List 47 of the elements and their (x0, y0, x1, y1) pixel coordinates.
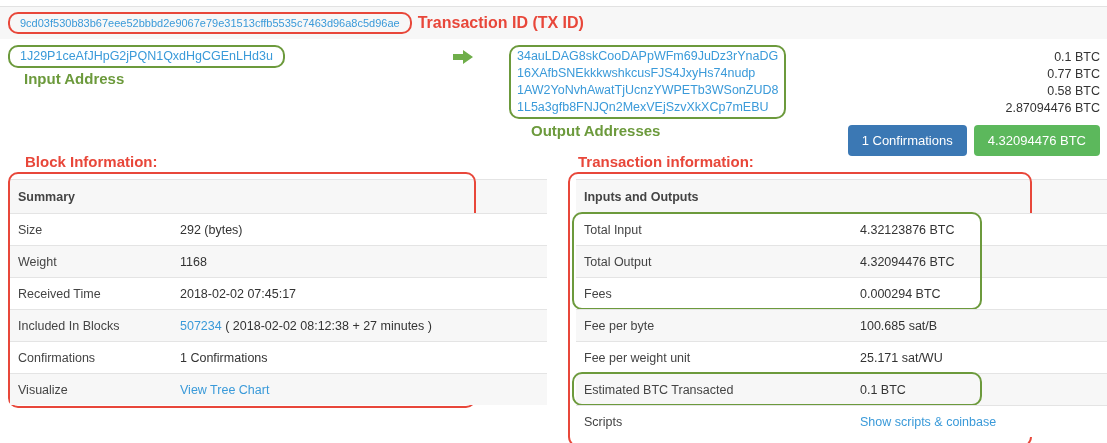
link[interactable]: View Tree Chart (180, 382, 270, 397)
status-badge: 1 Confirmations (847, 125, 967, 156)
row-value: 4.32094476 BTC (860, 254, 955, 269)
output-amount: 0.1 BTC (1054, 49, 1100, 66)
transaction-id-link[interactable]: 9cd03f530b83b67eee52bbbd2e9067e79e31513cffb5535c7463d96a8c5d96ae (20, 17, 400, 29)
annotation-label: Block Information: (25, 153, 158, 170)
row-label: Visualize (18, 382, 69, 397)
row-value: 1168 (180, 254, 207, 269)
row-label: Confirmations (18, 350, 97, 365)
annotation-label: Input Address (24, 70, 125, 87)
link[interactable]: 507234 (180, 318, 222, 333)
output-address-link[interactable]: 16XAfbSNEkkkwshkcusFJS4JxyHs74nudp (517, 65, 779, 82)
status-badge: 4.32094476 BTC (973, 125, 1100, 156)
row-label: Included In Blocks (18, 318, 121, 333)
annotation-label: Transaction information: (578, 153, 754, 170)
row-value: 292 (bytes) (180, 222, 243, 237)
output-address-link[interactable]: 34auLDAG8skCooDAPpWFm69JuDz3rYnaDG (517, 48, 779, 65)
arrow-right-icon (453, 50, 473, 64)
row-value: ( 2018-02-02 08:12:38 + 27 minutes ) (225, 318, 432, 333)
output-amount: 2.87094476 BTC (1005, 100, 1100, 117)
row-label: Fee per weight unit (584, 350, 692, 365)
row-value: 4.32123876 BTC (860, 222, 955, 237)
table-header: Summary (18, 189, 75, 204)
output-amount: 0.58 BTC (1047, 83, 1100, 100)
row-label: Estimated BTC Transacted (584, 382, 735, 397)
input-address-link[interactable]: 1J29P1ceAfJHpG2jPQN1QxdHgCGEnLHd3u (20, 49, 273, 63)
row-label: Fee per byte (584, 318, 656, 333)
row-label: Weight (18, 254, 58, 269)
row-value: 25.171 sat/WU (860, 350, 943, 365)
row-label: Fees (584, 286, 613, 301)
output-address-link[interactable]: 1L5a3gfb8FNJQn2MexVEjSzvXkXCp7mEBU (517, 99, 779, 116)
row-value: 2018-02-02 07:45:17 (180, 286, 297, 301)
row-label: Scripts (584, 414, 624, 429)
link[interactable]: Show scripts & coinbase (860, 414, 997, 429)
row-value: 1 Confirmations (180, 350, 268, 365)
annotation-label: Transaction ID (TX ID) (417, 14, 584, 32)
row-label: Total Input (584, 222, 643, 237)
row-label: Total Output (584, 254, 653, 269)
annotation-label: Output Addresses (531, 122, 661, 139)
table-header: Inputs and Outputs (584, 189, 699, 204)
output-amount: 0.77 BTC (1047, 66, 1100, 83)
row-label: Size (18, 222, 44, 237)
output-address-link[interactable]: 1AW2YoNvhAwatTjUcnzYWPETb3WSonZUD8 (517, 82, 779, 99)
row-label: Received Time (18, 286, 102, 301)
row-value: 0.000294 BTC (860, 286, 941, 301)
row-value: 0.1 BTC (860, 382, 906, 397)
row-value: 100.685 sat/B (860, 318, 938, 333)
